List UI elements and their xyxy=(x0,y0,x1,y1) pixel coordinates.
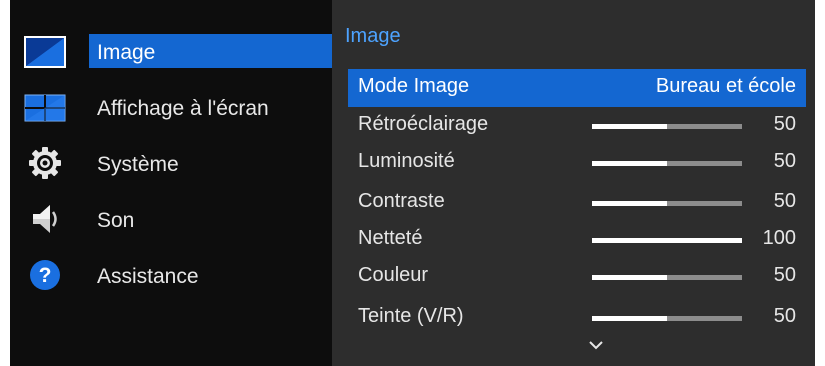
speaker-icon xyxy=(24,199,66,239)
menu-item-label: Image xyxy=(97,41,156,64)
menu-item-label: Système xyxy=(97,153,179,176)
setting-label: Contraste xyxy=(358,190,445,212)
setting-value: 50 xyxy=(773,190,796,212)
setting-value: 50 xyxy=(773,264,796,286)
menu-item-system[interactable]: Système xyxy=(10,136,332,192)
svg-text:?: ? xyxy=(39,264,52,287)
setting-row-contrast[interactable]: Contraste 50 xyxy=(348,184,806,222)
slider-fill xyxy=(592,275,667,280)
level-slider[interactable] xyxy=(592,316,742,321)
level-slider[interactable] xyxy=(592,201,742,206)
chevron-down-icon[interactable] xyxy=(586,338,606,352)
slider-fill xyxy=(592,238,742,243)
setting-label: Netteté xyxy=(358,227,423,249)
main-menu: Image Affichage à l'écran Système Son ? … xyxy=(10,0,332,366)
setting-value: 100 xyxy=(762,227,796,249)
setting-label: Luminosité xyxy=(358,150,455,172)
slider-fill xyxy=(592,316,667,321)
setting-value: Bureau et école xyxy=(655,75,796,97)
picture-icon xyxy=(24,32,66,72)
tv-menu-screen: Image Affichage à l'écran Système Son ? … xyxy=(10,0,815,366)
level-slider[interactable] xyxy=(592,238,742,243)
help-icon: ? xyxy=(24,255,66,295)
setting-label: Teinte (V/R) xyxy=(358,305,464,327)
level-slider[interactable] xyxy=(592,161,742,166)
setting-value: 50 xyxy=(773,150,796,172)
slider-fill xyxy=(592,124,667,129)
setting-row-backlight[interactable]: Rétroéclairage 50 xyxy=(348,107,806,145)
setting-label: Mode Image xyxy=(358,75,470,97)
menu-item-image[interactable]: Image xyxy=(10,24,332,80)
panel-title: Image xyxy=(345,25,401,47)
gear-icon xyxy=(24,143,66,183)
setting-row-sharpness[interactable]: Netteté 100 xyxy=(348,221,806,259)
menu-item-onscreen-display[interactable]: Affichage à l'écran xyxy=(10,80,332,136)
menu-item-sound[interactable]: Son xyxy=(10,192,332,248)
menu-item-label: Assistance xyxy=(97,265,199,288)
menu-item-label: Affichage à l'écran xyxy=(97,97,269,120)
setting-value: 50 xyxy=(773,113,796,135)
setting-value: 50 xyxy=(773,305,796,327)
display-icon xyxy=(24,88,66,128)
level-slider[interactable] xyxy=(592,275,742,280)
setting-row-picture-mode[interactable]: Mode Image Bureau et école xyxy=(348,69,806,107)
menu-item-label: Son xyxy=(97,209,135,232)
slider-fill xyxy=(592,201,667,206)
menu-item-support[interactable]: ? Assistance xyxy=(10,248,332,304)
image-settings-panel: Image Mode Image Bureau et école Rétroéc… xyxy=(332,0,815,366)
slider-fill xyxy=(592,161,667,166)
setting-label: Rétroéclairage xyxy=(358,113,489,135)
setting-row-color[interactable]: Couleur 50 xyxy=(348,258,806,296)
level-slider[interactable] xyxy=(592,124,742,129)
setting-label: Couleur xyxy=(358,264,429,286)
setting-row-tint[interactable]: Teinte (V/R) 50 xyxy=(348,299,806,337)
setting-row-brightness[interactable]: Luminosité 50 xyxy=(348,144,806,182)
